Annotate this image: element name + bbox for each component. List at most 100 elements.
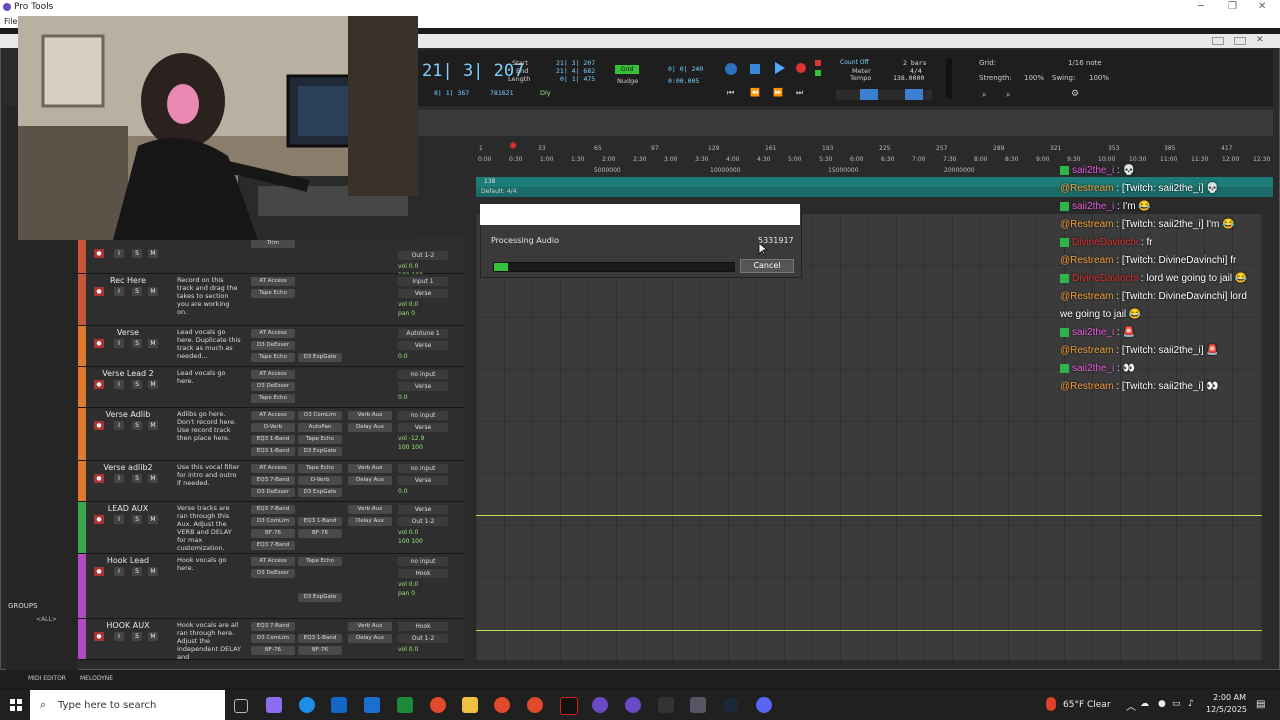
- insert-slot[interactable]: BF-76: [251, 529, 295, 538]
- mute-button[interactable]: M: [148, 421, 158, 430]
- record-button[interactable]: [796, 63, 806, 73]
- insert-slot[interactable]: D3 DeEsser: [251, 488, 295, 497]
- insert-slot[interactable]: AT Access: [251, 557, 295, 566]
- grid-value[interactable]: 0| 0| 240: [668, 65, 703, 73]
- insert-slot[interactable]: EQ3 7-Band: [251, 541, 295, 550]
- pan-value[interactable]: pan 0: [398, 590, 448, 597]
- online-icon[interactable]: [725, 63, 737, 75]
- pro-tools-icon[interactable]: [592, 697, 608, 713]
- input-selector[interactable]: Verse: [398, 505, 448, 514]
- send-slot[interactable]: Delay Aux: [348, 517, 392, 526]
- dly-label[interactable]: Dly: [540, 89, 551, 97]
- send-slot[interactable]: Verb Aux: [348, 622, 392, 631]
- output-selector[interactable]: Verse: [398, 476, 448, 485]
- insert-slot[interactable]: EQ3 1-Band: [251, 435, 295, 444]
- start-value[interactable]: 21| 3| 207: [556, 59, 595, 67]
- microphone-icon[interactable]: ●: [1158, 699, 1166, 709]
- play-button[interactable]: [775, 62, 785, 74]
- track-name[interactable]: Rec Here: [92, 276, 164, 285]
- input-selector[interactable]: no input: [398, 464, 448, 473]
- input-monitor-button[interactable]: I: [114, 380, 124, 389]
- clock-time[interactable]: 2:00 AM: [1208, 693, 1246, 702]
- chrome-icon[interactable]: [430, 697, 446, 713]
- excel-icon[interactable]: [397, 697, 413, 713]
- track-row[interactable]: Verse Lead 2 ● I S M Lead vocals go here. AT A…: [78, 367, 464, 408]
- minimize-icon[interactable]: ─: [1198, 1, 1204, 12]
- send-slot[interactable]: Delay Aux: [348, 476, 392, 485]
- insert-slot[interactable]: BF-76: [298, 646, 342, 655]
- rewind-icon[interactable]: ⏪: [750, 88, 760, 97]
- solo-button[interactable]: S: [132, 474, 142, 483]
- input-selector[interactable]: no input: [398, 411, 448, 420]
- rec-enable-button[interactable]: ●: [94, 567, 104, 576]
- solo-button[interactable]: S: [132, 567, 142, 576]
- rec-enable-button[interactable]: ●: [94, 339, 104, 348]
- output-selector[interactable]: Out 1-2: [398, 251, 448, 260]
- track-comment[interactable]: Adlibs go here. Don't record here. Use r…: [177, 410, 241, 442]
- grid-right-value[interactable]: 1/16 note: [1068, 59, 1102, 67]
- volume-icon[interactable]: ♪: [1188, 699, 1194, 709]
- track-row[interactable]: Hook Lead ● I S M Hook vocals go here. AT Acce…: [78, 554, 464, 619]
- insert-slot[interactable]: D3 ComLim: [251, 517, 295, 526]
- send-slot[interactable]: Delay Aux: [348, 423, 392, 432]
- send-slot[interactable]: Verb Aux: [348, 411, 392, 420]
- insert-slot[interactable]: AT Access: [251, 370, 295, 379]
- midi-merge-icon[interactable]: [905, 89, 923, 100]
- metronome-icon[interactable]: [860, 89, 878, 100]
- insert-slot[interactable]: BF-76: [251, 646, 295, 655]
- stop-button[interactable]: [750, 64, 760, 74]
- app-icon[interactable]: [690, 697, 706, 713]
- input-monitor-button[interactable]: I: [114, 339, 124, 348]
- insert-slot[interactable]: EQ3 7-Band: [251, 476, 295, 485]
- output-selector[interactable]: Out 1-2: [398, 634, 448, 643]
- input-monitor-button[interactable]: I: [114, 515, 124, 524]
- insert-slot[interactable]: D-Verb: [251, 423, 295, 432]
- count-off-label[interactable]: Count Off: [840, 59, 869, 66]
- rec-enable-button[interactable]: ●: [94, 515, 104, 524]
- insert-slot[interactable]: AT Access: [251, 464, 295, 473]
- discord-icon[interactable]: [756, 697, 772, 713]
- track-name[interactable]: HOOK AUX: [92, 621, 164, 630]
- swing-value[interactable]: 100%: [1089, 74, 1109, 82]
- meter-marker[interactable]: Default: 4/4: [481, 188, 517, 195]
- solo-button[interactable]: S: [132, 632, 142, 641]
- rec-enable-button[interactable]: ●: [94, 632, 104, 641]
- mute-button[interactable]: M: [148, 474, 158, 483]
- nudge-value[interactable]: 0:00.005: [668, 77, 699, 85]
- chrome-profile-2-icon[interactable]: [527, 697, 543, 713]
- copilot-icon[interactable]: [266, 697, 282, 713]
- tempo-value[interactable]: 138.0000: [893, 74, 924, 82]
- restore-icon[interactable]: ❐: [1228, 1, 1237, 12]
- grid-mode-button[interactable]: Grid: [615, 65, 639, 74]
- melodyne-tab[interactable]: MELODYNE: [80, 675, 113, 682]
- track-comment[interactable]: Use this vocal filter for intro and outr…: [177, 463, 241, 487]
- track-comment[interactable]: Record on this track and drag the takes …: [177, 276, 241, 316]
- mute-button[interactable]: M: [148, 567, 158, 576]
- go-to-end-icon[interactable]: ⏭: [796, 88, 803, 98]
- track-comment[interactable]: Verse tracks are ran through this Aux. A…: [177, 504, 241, 552]
- input-selector[interactable]: Hook: [398, 622, 448, 631]
- input-monitor-button[interactable]: I: [114, 249, 124, 258]
- track-row[interactable]: ●ISMTrimOut 1-2vol 0.0100 100: [78, 236, 464, 279]
- weather-text[interactable]: 65°F Clear: [1063, 700, 1111, 710]
- track-row[interactable]: LEAD AUX ● I S M Verse tracks are ran through…: [78, 502, 464, 554]
- insert-slot[interactable]: Trim: [251, 239, 295, 248]
- cancel-button[interactable]: Cancel: [740, 259, 794, 273]
- track-comment[interactable]: Hook vocals are all ran through here. Ad…: [177, 621, 241, 661]
- group-all[interactable]: <ALL>: [36, 616, 57, 623]
- output-selector[interactable]: Verse: [398, 289, 448, 298]
- input-monitor-button[interactable]: I: [114, 474, 124, 483]
- insert-slot[interactable]: Tape Echo: [298, 464, 342, 473]
- length-value[interactable]: 0| 1| 475: [560, 75, 595, 83]
- pan-value[interactable]: 100 100: [398, 538, 448, 545]
- track-row[interactable]: HOOK AUX ● I S M Hook vocals are all ran thro…: [78, 619, 464, 661]
- steam-icon[interactable]: [723, 697, 739, 713]
- send-slot[interactable]: Verb Aux: [348, 464, 392, 473]
- insert-slot[interactable]: AT Access: [251, 329, 295, 338]
- pan-value[interactable]: pan 0: [398, 310, 448, 317]
- pro-tools-2-icon[interactable]: [625, 697, 641, 713]
- insert-slot[interactable]: AutoPan: [298, 423, 342, 432]
- task-view-icon[interactable]: [234, 699, 248, 713]
- insert-slot[interactable]: AT Access: [251, 411, 295, 420]
- insert-slot[interactable]: D3 ComLim: [251, 634, 295, 643]
